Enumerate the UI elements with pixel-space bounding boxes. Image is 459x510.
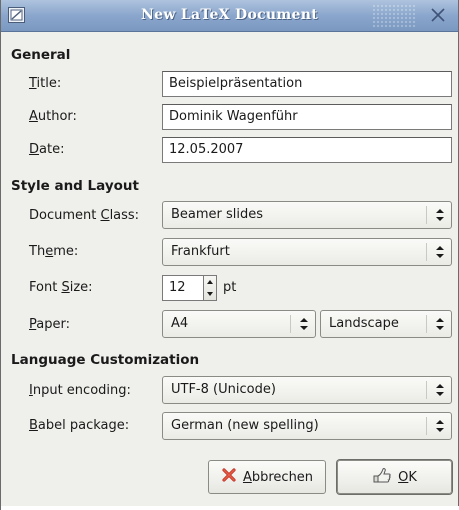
cancel-button-label: Abbrechen [242,469,314,485]
theme-label: Theme: [29,244,79,259]
close-icon[interactable] [428,5,448,25]
window-bottom-edge [1,506,459,510]
date-field[interactable]: 12.05.2007 [162,137,452,163]
font-size-label: Font Size: [29,280,93,295]
input-encoding-label: Input encoding: [29,383,131,398]
orientation-value: Landscape [329,316,399,331]
title-decoration [372,4,416,28]
theme-value: Frankfurt [171,244,230,259]
title-field[interactable]: Beispielpräsentation [162,71,452,97]
document-class-label: Document Class: [29,208,140,223]
combo-separator [290,315,291,333]
babel-package-label: Babel package: [29,418,130,433]
combo-separator [426,417,427,435]
document-class-select[interactable]: Beamer slides [162,201,452,229]
updown-arrows-icon [435,245,445,259]
cancel-button[interactable]: Abbrechen [208,460,326,494]
paper-value: A4 [171,316,189,331]
font-size-unit: pt [223,280,237,295]
updown-arrows-icon [299,317,309,331]
title-bar[interactable]: New LaTeX Document [1,0,458,32]
babel-package-value: German (new spelling) [171,418,319,433]
author-field[interactable]: Dominik Wagenführ [162,104,452,130]
date-label: Date: [29,142,65,157]
updown-arrows-icon [435,317,445,331]
babel-package-select[interactable]: German (new spelling) [162,412,452,440]
updown-arrows-icon [435,208,445,222]
document-class-value: Beamer slides [171,207,264,222]
updown-arrows-icon [435,419,445,433]
dialog-window: New LaTeX Document General Title: Beispi… [0,0,459,510]
orientation-select[interactable]: Landscape [320,310,452,338]
paper-select[interactable]: A4 [162,310,316,338]
input-encoding-value: UTF-8 (Unicode) [171,382,276,397]
section-language-heading: Language Customization [11,352,200,368]
title-label: Title: [29,76,62,91]
font-size-input[interactable]: 12 [162,275,204,301]
section-general-heading: General [11,47,71,63]
theme-select[interactable]: Frankfurt [162,238,452,266]
input-encoding-select[interactable]: UTF-8 (Unicode) [162,376,452,404]
section-style-heading: Style and Layout [11,178,139,194]
font-size-stepper[interactable] [203,275,217,301]
cancel-x-icon [221,467,237,487]
spin-up-icon[interactable] [204,276,216,288]
ok-hand-icon [372,466,392,488]
ok-button[interactable]: OK [337,460,452,494]
combo-separator [426,315,427,333]
paper-label: Paper: [29,317,70,332]
updown-arrows-icon [435,383,445,397]
combo-separator [426,381,427,399]
ok-button-label: OK [398,469,417,485]
combo-separator [426,206,427,224]
combo-separator [426,243,427,261]
spin-down-icon[interactable] [204,288,216,300]
author-label: Author: [29,109,77,124]
